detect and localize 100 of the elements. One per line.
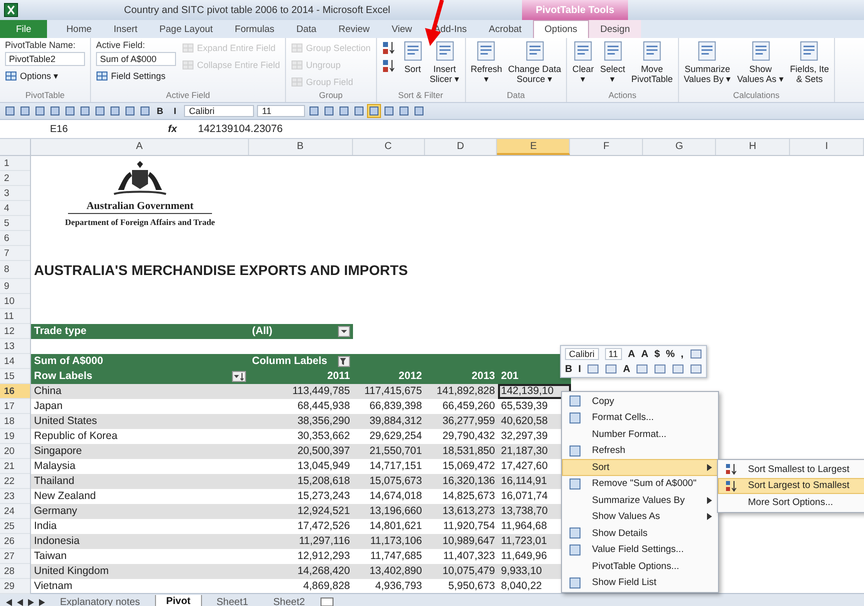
toolbar-icon[interactable] [690, 363, 702, 375]
toolbar-icon[interactable] [323, 105, 335, 117]
row-header[interactable]: 8 [0, 261, 30, 279]
row-header[interactable]: 10 [0, 294, 30, 309]
ribbon-button[interactable]: Move PivotTable [631, 40, 673, 84]
toolbar-icon[interactable] [124, 105, 136, 117]
menu-item[interactable]: Show Values As [562, 508, 718, 525]
toolbar-icon[interactable] [338, 105, 350, 117]
ribbon-tab[interactable]: Page Layout [148, 20, 224, 38]
font-field[interactable]: 11 [604, 348, 622, 360]
menu-item[interactable]: More Sort Options... [718, 494, 864, 510]
row-header[interactable]: 1 [0, 156, 30, 171]
row-header[interactable]: 25 [0, 519, 30, 534]
font-field[interactable]: Calibri [184, 105, 254, 117]
toolbar-icon[interactable] [64, 105, 76, 117]
row-header[interactable]: 4 [0, 201, 30, 216]
toolbar-icon[interactable] [139, 105, 151, 117]
menu-item[interactable]: Sort Smallest to Largest [718, 461, 864, 478]
ribbon-tab[interactable]: Formulas [224, 20, 286, 38]
menu-item[interactable]: Format Cells... [562, 410, 718, 426]
menu-item[interactable]: Copy [562, 393, 718, 410]
ribbon-button[interactable]: Sort [402, 40, 424, 74]
menu-item[interactable]: Show Field List [562, 574, 718, 591]
column-header[interactable]: G [643, 139, 716, 155]
menu-item[interactable]: Sort Largest to Smallest [718, 478, 864, 494]
format-button[interactable]: I [169, 106, 181, 116]
sort-icon[interactable] [382, 40, 396, 56]
ribbon-button[interactable]: Summarize Values By ▾ [684, 40, 732, 84]
ribbon-tab[interactable]: Home [55, 20, 103, 38]
ribbon-button[interactable]: Options ▾ [5, 68, 85, 83]
row-header[interactable]: 26 [0, 534, 30, 549]
ribbon-tab[interactable]: Insert [102, 20, 148, 38]
menu-item[interactable]: Refresh [562, 442, 718, 459]
menu-item[interactable]: Sort [562, 459, 718, 476]
toolbar-icon[interactable] [413, 105, 425, 117]
menu-item[interactable]: Show Details [562, 525, 718, 542]
row-header[interactable]: 24 [0, 504, 30, 519]
text-field[interactable]: Sum of A$000 [96, 52, 176, 66]
toolbar-icon[interactable] [368, 105, 380, 117]
format-button[interactable]: A [623, 364, 630, 374]
menu-item[interactable]: Number Format... [562, 426, 718, 442]
toolbar-icon[interactable] [94, 105, 106, 117]
ribbon-tab[interactable]: View [380, 20, 424, 38]
toolbar-icon[interactable] [49, 105, 61, 117]
sort-icon[interactable] [382, 58, 396, 74]
row-header[interactable]: 23 [0, 489, 30, 504]
column-header[interactable]: C [352, 139, 425, 155]
row-header[interactable]: 12 [0, 324, 30, 339]
format-button[interactable]: A [628, 348, 636, 360]
sort-dropdown-icon[interactable] [232, 371, 246, 382]
row-header[interactable]: 11 [0, 309, 30, 324]
row-header[interactable]: 14 [0, 354, 30, 369]
ribbon-button[interactable]: Fields, Ite & Sets [790, 40, 829, 84]
sheet-tab[interactable]: Sheet2 [263, 596, 315, 606]
ribbon-tab[interactable]: Data [285, 20, 328, 38]
row-header[interactable]: 18 [0, 414, 30, 429]
toolbar-icon[interactable] [19, 105, 31, 117]
row-header[interactable]: 28 [0, 564, 30, 579]
sheet-tab[interactable]: Pivot [155, 595, 202, 606]
row-header[interactable]: 9 [0, 279, 30, 294]
toolbar-icon[interactable] [690, 348, 702, 360]
format-button[interactable]: $ [654, 348, 660, 360]
font-field[interactable]: Calibri [565, 348, 599, 360]
format-button[interactable]: B [565, 364, 572, 374]
row-header[interactable]: 2 [0, 171, 30, 186]
format-button[interactable]: I [578, 364, 582, 374]
sheet-tab[interactable]: Sheet1 [206, 596, 258, 606]
toolbar-icon[interactable] [109, 105, 121, 117]
ribbon-tab[interactable]: Review [327, 20, 381, 38]
toolbar-icon[interactable] [4, 105, 16, 117]
row-header[interactable]: 19 [0, 429, 30, 444]
column-header[interactable]: H [716, 139, 790, 155]
ribbon-tab[interactable]: Acrobat [478, 20, 533, 38]
dropdown-icon[interactable] [338, 326, 350, 337]
toolbar-icon[interactable] [636, 363, 648, 375]
row-header[interactable]: 7 [0, 246, 30, 261]
format-button[interactable]: % [666, 348, 675, 360]
menu-item[interactable]: PivotTable Options... [562, 558, 718, 574]
format-button[interactable]: A [641, 348, 648, 360]
insert-sheet-icon[interactable] [320, 597, 334, 606]
toolbar-icon[interactable] [79, 105, 91, 117]
function-label[interactable]: fx [168, 124, 198, 134]
toolbar-icon[interactable] [654, 363, 666, 375]
row-header[interactable]: 13 [0, 339, 30, 354]
name-box[interactable]: E16 [0, 124, 110, 134]
toolbar-icon[interactable] [34, 105, 46, 117]
row-header[interactable]: 17 [0, 399, 30, 414]
toolbar-icon[interactable] [587, 363, 600, 375]
ribbon-tab[interactable]: Design [589, 20, 641, 38]
file-tab[interactable]: File [0, 20, 48, 38]
row-header[interactable]: 3 [0, 186, 30, 201]
column-header[interactable]: F [570, 139, 644, 155]
menu-item[interactable]: Value Field Settings... [562, 542, 718, 558]
ribbon-tab[interactable]: Options [532, 20, 590, 38]
formula-field[interactable]: 142139104.23076 [198, 123, 283, 135]
toolbar-icon[interactable] [605, 363, 618, 375]
column-header[interactable]: A [30, 139, 249, 155]
toolbar-icon[interactable] [308, 105, 320, 117]
ribbon-button[interactable]: Field Settings [96, 68, 176, 83]
row-header[interactable]: 22 [0, 474, 30, 489]
